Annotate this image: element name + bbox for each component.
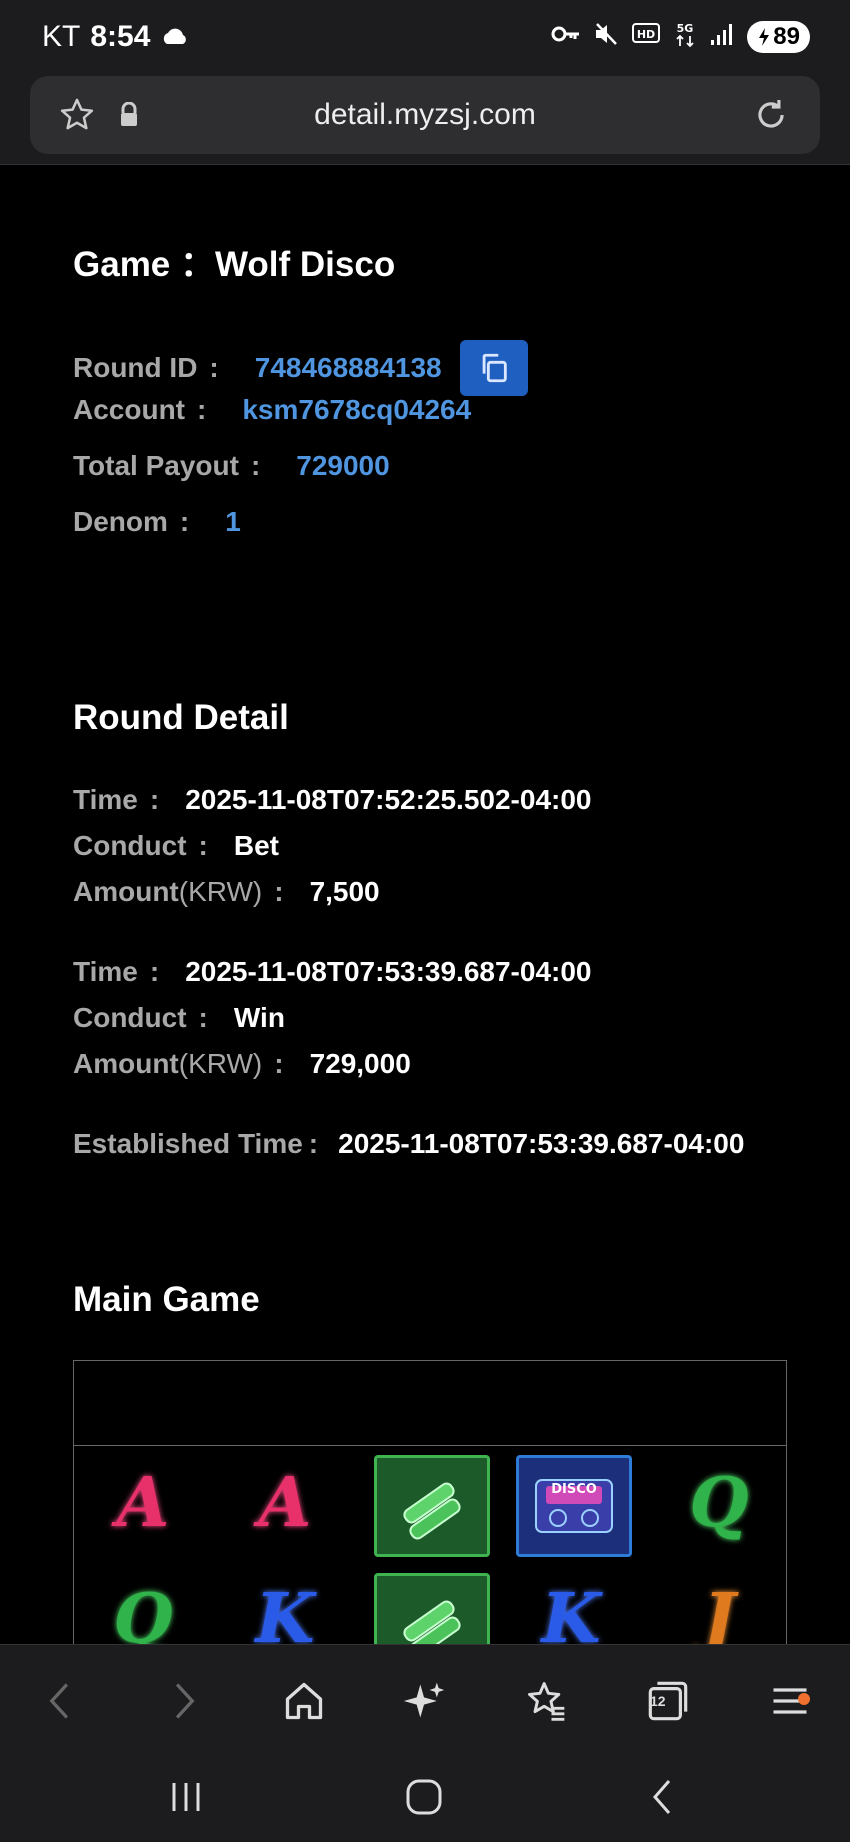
system-navigation-bar	[0, 1752, 850, 1842]
disco-boombox-icon	[535, 1479, 613, 1533]
reel-symbol-disco: DISCO	[516, 1455, 632, 1557]
established-time-label: Established Time	[73, 1128, 303, 1159]
key-icon	[551, 24, 581, 50]
total-payout-value: 729000	[296, 450, 390, 481]
colon: :	[197, 394, 207, 425]
amount-value: 729,000	[309, 1048, 411, 1079]
conduct-value: Win	[233, 1002, 285, 1033]
entry-amount-row: Amount (KRW) : 7,500	[73, 876, 380, 908]
carrier: KT	[42, 20, 81, 53]
svg-text:HD: HD	[637, 28, 655, 41]
round-id-value[interactable]: 748468884138	[255, 352, 442, 384]
denom-label: Denom	[73, 506, 168, 537]
time-value: 2025-11-08T07:52:25.502-04:00	[185, 784, 592, 815]
game-title: Game ：Wolf Disco	[73, 245, 396, 284]
colon: :	[209, 352, 219, 383]
colon: :	[198, 1002, 208, 1033]
reel-symbol-q: Q	[689, 1463, 749, 1543]
reel-symbol-bottles	[374, 1455, 490, 1557]
colon: :	[179, 506, 190, 537]
url-text[interactable]: detail.myzsj.com	[30, 98, 820, 132]
back-arrow-icon[interactable]	[32, 1673, 88, 1729]
signal-icon	[709, 22, 735, 52]
colon: :	[250, 450, 261, 481]
back-button-icon[interactable]	[632, 1772, 692, 1822]
established-time-value: 2025-11-08T07:53:39.687-04:00	[338, 1128, 745, 1159]
round-detail-title: Round Detail	[73, 698, 289, 737]
conduct-label: Conduct	[73, 830, 187, 861]
main-game-title: Main Game	[73, 1280, 260, 1319]
round-id-label: Round ID	[73, 352, 198, 383]
reload-icon[interactable]	[752, 96, 790, 139]
account-row: Account : ksm7678cq04264	[73, 394, 471, 426]
reel-symbol-a: A	[258, 1463, 312, 1543]
cloud-icon	[160, 20, 190, 54]
amount-unit: (KRW)	[178, 1048, 263, 1079]
tabs-icon[interactable]: 12	[640, 1673, 696, 1729]
colon: :	[274, 1048, 284, 1079]
total-payout-row: Total Payout : 729000	[73, 450, 390, 482]
address-bar[interactable]: detail.myzsj.com	[30, 76, 820, 154]
disco-label: DISCO	[551, 1482, 597, 1497]
home-icon[interactable]	[276, 1673, 332, 1729]
colon: :	[149, 956, 160, 987]
bookmarks-icon[interactable]	[518, 1673, 574, 1729]
browser-toolbar: detail.myzsj.com	[0, 76, 850, 165]
denom-value: 1	[225, 506, 241, 537]
entry-amount-row: Amount (KRW) : 729,000	[73, 1048, 411, 1080]
colon: :	[274, 876, 284, 907]
browser-bottom-bar: 12	[0, 1644, 850, 1753]
entry-time-row: Time : 2025-11-08T07:52:25.502-04:00	[73, 784, 592, 816]
conduct-label: Conduct	[73, 1002, 187, 1033]
charging-icon	[759, 28, 770, 46]
menu-icon[interactable]	[762, 1673, 818, 1729]
svg-text:5G: 5G	[677, 22, 694, 35]
5g-icon: 5G	[673, 20, 697, 54]
status-left: KT 8:54	[42, 20, 190, 54]
colon: :	[149, 784, 160, 815]
notification-dot	[798, 1693, 810, 1705]
copy-button[interactable]	[459, 340, 528, 396]
bottles-icon	[403, 1482, 461, 1540]
hd-icon: HD	[631, 21, 661, 53]
colon: :	[308, 1128, 319, 1159]
battery-indicator: 89	[747, 21, 810, 53]
amount-unit: (KRW)	[178, 876, 263, 907]
total-payout-label: Total Payout	[73, 450, 239, 481]
entry-time-row: Time : 2025-11-08T07:53:39.687-04:00	[73, 956, 592, 988]
clock: 8:54	[90, 20, 151, 53]
reel-symbol-a: A	[116, 1463, 170, 1543]
established-time-row: Established Time : 2025-11-08T07:53:39.6…	[73, 1128, 744, 1160]
recent-apps-icon[interactable]	[156, 1772, 216, 1822]
entry-conduct-row: Conduct : Win	[73, 1002, 285, 1034]
main-game-header	[74, 1361, 786, 1446]
entry-conduct-row: Conduct : Bet	[73, 830, 279, 862]
home-button-icon[interactable]	[394, 1772, 454, 1822]
amount-label: Amount	[73, 876, 179, 907]
time-label: Time	[73, 784, 138, 815]
account-label: Account	[73, 394, 185, 425]
main-game-panel: A A DISCO Q Q K K J	[73, 1360, 787, 1661]
status-right: HD 5G 89	[551, 20, 810, 54]
forward-arrow-icon[interactable]	[156, 1673, 212, 1729]
denom-row: Denom : 1	[73, 506, 241, 538]
copy-icon	[482, 353, 507, 383]
round-id-row: Round ID : 748468884138	[73, 340, 528, 396]
mute-icon	[593, 21, 619, 53]
amount-value: 7,500	[309, 876, 380, 907]
status-bar: KT 8:54 HD 5G 89	[0, 0, 850, 76]
colon: :	[198, 830, 208, 861]
amount-label: Amount	[73, 1048, 179, 1079]
time-value: 2025-11-08T07:53:39.687-04:00	[185, 956, 592, 987]
conduct-value: Bet	[233, 830, 279, 861]
account-value[interactable]: ksm7678cq04264	[242, 394, 471, 426]
sparkle-icon[interactable]	[396, 1673, 452, 1729]
battery-level: 89	[773, 23, 800, 50]
slot-reels: A A DISCO Q Q K K J	[78, 1447, 782, 1661]
tab-count: 12	[650, 1693, 666, 1709]
time-label: Time	[73, 956, 138, 987]
